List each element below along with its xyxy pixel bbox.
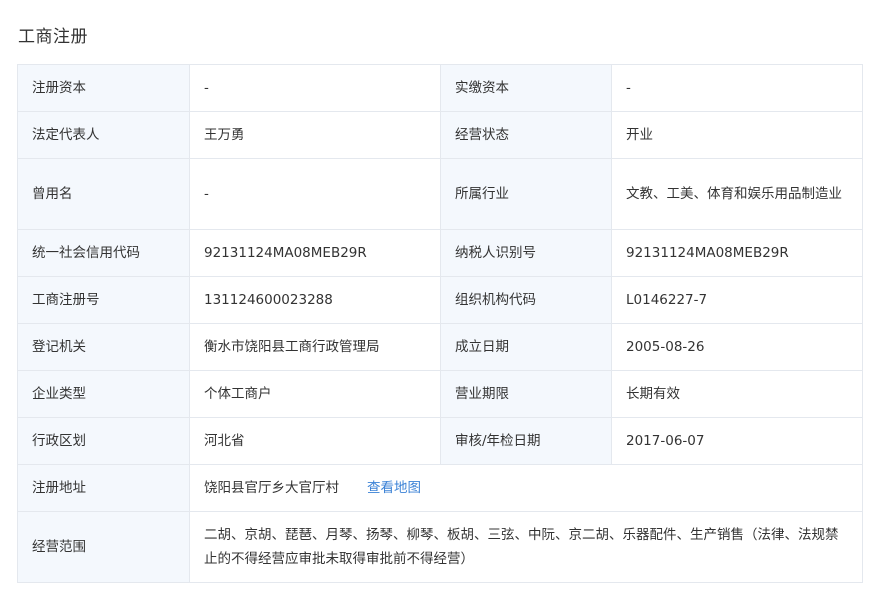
operating-status-label: 经营状态 [440,111,612,159]
registered-address-cell: 饶阳县官厅乡大官厅村 查看地图 [189,464,863,512]
table-row: 曾用名 - 所属行业 文教、工美、体育和娱乐用品制造业 [17,158,863,230]
table-row: 行政区划 河北省 审核/年检日期 2017-06-07 [17,417,863,465]
table-row: 经营范围 二胡、京胡、琵琶、月琴、扬琴、柳琴、板胡、三弦、中阮、京二胡、乐器配件… [17,511,863,583]
taxpayer-id-value: 92131124MA08MEB29R [611,229,863,277]
administrative-region-value: 河北省 [189,417,441,465]
table-row: 统一社会信用代码 92131124MA08MEB29R 纳税人识别号 92131… [17,229,863,277]
registered-address-label: 注册地址 [17,464,190,512]
audit-date-value: 2017-06-07 [611,417,863,465]
enterprise-type-value: 个体工商户 [189,370,441,418]
paid-in-capital-value: - [611,64,863,112]
registration-number-value: 131124600023288 [189,276,441,324]
business-scope-value: 二胡、京胡、琵琶、月琴、扬琴、柳琴、板胡、三弦、中阮、京二胡、乐器配件、生产销售… [189,511,863,583]
former-name-value: - [189,158,441,230]
registration-number-label: 工商注册号 [17,276,190,324]
credit-code-label: 统一社会信用代码 [17,229,190,277]
business-term-label: 营业期限 [440,370,612,418]
table-row: 法定代表人 王万勇 经营状态 开业 [17,111,863,159]
view-map-link[interactable]: 查看地图 [367,480,421,496]
table-row: 企业类型 个体工商户 营业期限 长期有效 [17,370,863,418]
established-date-label: 成立日期 [440,323,612,371]
established-date-value: 2005-08-26 [611,323,863,371]
former-name-label: 曾用名 [17,158,190,230]
industry-value: 文教、工美、体育和娱乐用品制造业 [611,158,863,230]
administrative-region-label: 行政区划 [17,417,190,465]
audit-date-label: 审核/年检日期 [440,417,612,465]
section-title: 工商注册 [18,27,88,47]
industry-label: 所属行业 [440,158,612,230]
table-row: 工商注册号 131124600023288 组织机构代码 L0146227-7 [17,276,863,324]
paid-in-capital-label: 实缴资本 [440,64,612,112]
taxpayer-id-label: 纳税人识别号 [440,229,612,277]
table-row: 注册资本 - 实缴资本 - [17,64,863,112]
enterprise-type-label: 企业类型 [17,370,190,418]
organization-code-value: L0146227-7 [611,276,863,324]
registered-address-value: 饶阳县官厅乡大官厅村 [204,480,339,496]
registration-authority-label: 登记机关 [17,323,190,371]
table-row: 登记机关 衡水市饶阳县工商行政管理局 成立日期 2005-08-26 [17,323,863,371]
business-term-value: 长期有效 [611,370,863,418]
legal-representative-label: 法定代表人 [17,111,190,159]
operating-status-value: 开业 [611,111,863,159]
business-scope-label: 经营范围 [17,511,190,583]
registered-capital-label: 注册资本 [17,64,190,112]
organization-code-label: 组织机构代码 [440,276,612,324]
business-registration-table: 注册资本 - 实缴资本 - 法定代表人 王万勇 经营状态 开业 曾用名 - 所属… [17,64,863,583]
credit-code-value: 92131124MA08MEB29R [189,229,441,277]
table-row: 注册地址 饶阳县官厅乡大官厅村 查看地图 [17,464,863,512]
legal-representative-value: 王万勇 [189,111,441,159]
registration-authority-value: 衡水市饶阳县工商行政管理局 [189,323,441,371]
registered-capital-value: - [189,64,441,112]
